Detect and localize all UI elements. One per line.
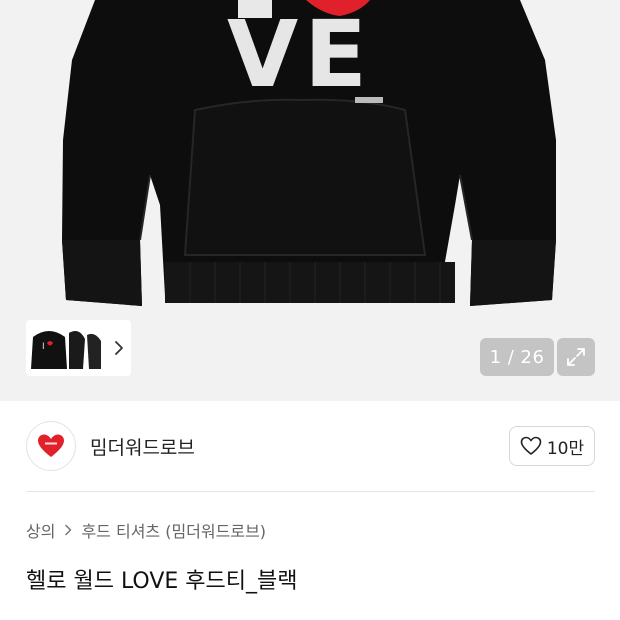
svg-text:I: I <box>42 342 45 352</box>
thumbnail-image[interactable]: I <box>29 323 105 373</box>
divider <box>26 491 595 492</box>
heart-outline-icon <box>520 436 542 455</box>
thumbnail-strip[interactable]: I <box>26 320 131 376</box>
print-letters: VE <box>227 1 373 108</box>
chevron-right-icon <box>64 524 72 536</box>
expand-arrows-icon[interactable] <box>557 338 595 376</box>
brand-name[interactable]: 밈더워드로브 <box>90 433 195 460</box>
brand-row: 밈더워드로브 10만 <box>26 420 595 472</box>
heart-logo <box>38 434 64 457</box>
breadcrumb-item-category[interactable]: 상의 <box>26 518 55 542</box>
like-count: 10만 <box>546 438 585 459</box>
like-button[interactable]: 10만 <box>509 426 595 466</box>
product-image-gallery[interactable]: VE I 1 / 26 <box>0 0 620 401</box>
image-counter: 1 / 26 <box>480 338 554 376</box>
hoodie-pocket <box>183 98 427 256</box>
brand-logo[interactable] <box>26 421 76 471</box>
breadcrumb-item-subcategory[interactable]: 후드 티셔츠 (밈더워드로브) <box>81 518 266 542</box>
breadcrumb: 상의 후드 티셔츠 (밈더워드로브) <box>26 518 266 542</box>
product-title: 헬로 월드 LOVE 후드티_블랙 <box>26 569 298 594</box>
chevron-right-icon[interactable] <box>113 338 125 358</box>
